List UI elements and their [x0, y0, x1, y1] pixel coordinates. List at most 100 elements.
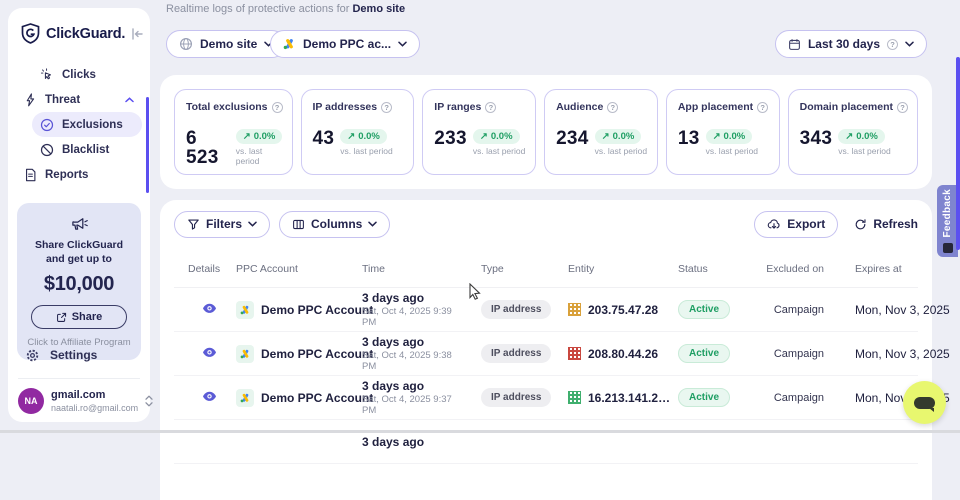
sidebar-item-exclusions[interactable]: Exclusions: [32, 112, 142, 137]
feedback-tab[interactable]: Feedback: [937, 185, 958, 257]
refresh-label: Refresh: [873, 217, 918, 231]
col-header-expires-at[interactable]: Expires at: [838, 263, 918, 276]
chevron-up-icon[interactable]: [125, 97, 134, 103]
share-button[interactable]: Share: [31, 305, 127, 329]
stat-card-domain-placement: Domain placement? 343 ↗0.0% vs. last per…: [788, 89, 918, 175]
logo-row: ClickGuard.: [8, 8, 150, 54]
stat-value: 234: [556, 129, 589, 148]
col-header-ppc-account[interactable]: PPC Account: [218, 263, 344, 276]
settings-label: Settings: [50, 348, 97, 362]
entity-identicon: [568, 347, 581, 360]
filters-label: Filters: [206, 217, 242, 231]
realtime-logs-caption: Realtime logs of protective actions for …: [166, 3, 405, 15]
info-icon[interactable]: ?: [272, 102, 283, 113]
feedback-emoji-icon: [943, 243, 953, 253]
clickguard-shield-logo-icon: [21, 23, 40, 44]
filters-button[interactable]: Filters: [174, 211, 270, 238]
chat-bubble-icon: [914, 397, 935, 409]
funnel-icon: [187, 218, 200, 231]
stat-label: App placement: [678, 101, 753, 113]
entity-value: 208.80.44.26: [588, 347, 658, 361]
stats-panel: Total exclusions? 6 523 ↗0.0% vs. last p…: [160, 75, 932, 189]
sidebar-item-threat[interactable]: Threat: [16, 87, 142, 112]
stat-label: Audience: [556, 101, 603, 113]
stat-value: 43: [313, 129, 335, 148]
time-relative: 3 days ago: [362, 435, 464, 449]
columns-icon: [292, 218, 305, 231]
details-eye-icon[interactable]: [202, 303, 217, 314]
date-range-value: Last 30 days: [808, 37, 880, 51]
account-switcher[interactable]: NA gmail.com naatali.ro@gmail.com: [8, 388, 150, 414]
stat-label: IP ranges: [434, 101, 481, 113]
stat-value: 6 523: [186, 129, 230, 167]
time-absolute: Sat, Oct 4, 2025 9:37 PM: [362, 394, 464, 416]
sidebar-item-settings[interactable]: Settings: [8, 342, 150, 368]
details-eye-icon[interactable]: [202, 347, 217, 358]
type-badge: IP address: [481, 388, 551, 407]
col-header-status[interactable]: Status: [662, 263, 764, 276]
info-icon[interactable]: ?: [485, 102, 496, 113]
sidebar-item-label: Clicks: [62, 69, 96, 81]
chat-launcher-button[interactable]: [903, 381, 946, 424]
realtime-caption-site: Demo site: [352, 3, 405, 15]
realtime-caption-text: Realtime logs of protective actions for: [166, 3, 352, 15]
sidebar-bottom: Settings NA gmail.com naatali.ro@gmail.c…: [8, 342, 150, 414]
time-relative: 3 days ago: [362, 335, 464, 349]
promo-amount: $10,000: [23, 273, 135, 296]
date-range-dropdown[interactable]: Last 30 days ?: [775, 30, 927, 58]
report-document-icon: [24, 168, 37, 182]
info-icon[interactable]: ?: [757, 102, 768, 113]
info-icon[interactable]: ?: [607, 102, 618, 113]
sidebar-item-label: Blacklist: [62, 144, 109, 156]
sidebar-item-reports[interactable]: Reports: [16, 162, 142, 187]
sidebar: ClickGuard. Clicks Threat Exclusions: [8, 8, 150, 422]
col-header-excluded-on[interactable]: Excluded on: [764, 263, 838, 276]
info-icon[interactable]: ?: [897, 102, 908, 113]
stat-card-audience: Audience? 234 ↗0.0% vs. last period: [544, 89, 658, 175]
vertical-scrollbar[interactable]: [956, 57, 960, 250]
columns-button[interactable]: Columns: [279, 211, 390, 238]
external-link-icon: [56, 312, 67, 323]
col-header-time[interactable]: Time: [344, 263, 464, 276]
export-button[interactable]: Export: [754, 211, 838, 238]
expires-at-value: Mon, Nov 3, 2025: [838, 347, 918, 361]
collapse-sidebar-icon[interactable]: [131, 28, 144, 40]
col-header-details[interactable]: Details: [174, 263, 218, 276]
table-row: Demo PPC Account 3 days agoSat, Oct 4, 2…: [174, 376, 918, 420]
ppc-account-selector-dropdown[interactable]: Demo PPC ac...: [270, 30, 420, 58]
stat-card-ip-ranges: IP ranges? 233 ↗0.0% vs. last period: [422, 89, 536, 175]
table-row: Demo PPC Account 3 days agoSat, Oct 4, 2…: [174, 332, 918, 376]
stat-value: 233: [434, 129, 467, 148]
details-eye-icon[interactable]: [202, 391, 217, 402]
refresh-button[interactable]: Refresh: [854, 217, 918, 231]
col-header-entity[interactable]: Entity: [552, 263, 662, 276]
globe-icon: [179, 37, 193, 51]
sidebar-item-label: Exclusions: [62, 119, 123, 131]
stat-delta: 0.0%: [491, 131, 513, 142]
stat-period: vs. last period: [595, 146, 647, 156]
time-relative: 3 days ago: [362, 379, 464, 393]
sidebar-item-label: Threat: [45, 94, 80, 106]
google-ads-icon: [283, 38, 296, 50]
table-row: Demo PPC Account 3 days agoSat, Oct 4, 2…: [174, 288, 918, 332]
trend-up-icon: ↗: [602, 131, 610, 142]
google-ads-icon: [236, 301, 254, 319]
ban-icon: [40, 143, 54, 157]
stat-card-ip-addresses: IP addresses? 43 ↗0.0% vs. last period: [301, 89, 415, 175]
excluded-on-value: Campaign: [764, 392, 838, 404]
site-selector-dropdown[interactable]: Demo site: [166, 30, 286, 58]
sidebar-scrollbar[interactable]: [146, 97, 149, 193]
type-badge: IP address: [481, 300, 551, 319]
exclusions-table-panel: Filters Columns Export Refresh Details P…: [160, 200, 932, 500]
expires-at-value: Mon, Nov 3, 2025: [838, 303, 918, 317]
col-header-type[interactable]: Type: [464, 263, 552, 276]
sidebar-item-clicks[interactable]: Clicks: [32, 62, 142, 87]
sidebar-item-blacklist[interactable]: Blacklist: [32, 137, 142, 162]
info-icon[interactable]: ?: [381, 102, 392, 113]
account-email: naatali.ro@gmail.com: [51, 403, 138, 413]
stat-label: Domain placement: [800, 101, 893, 113]
trend-up-icon: ↗: [713, 131, 721, 142]
table-row-partial: 3 days ago: [174, 420, 918, 464]
promo-text: Share ClickGuard and get up to: [23, 238, 135, 266]
entity-identicon: [568, 391, 581, 404]
